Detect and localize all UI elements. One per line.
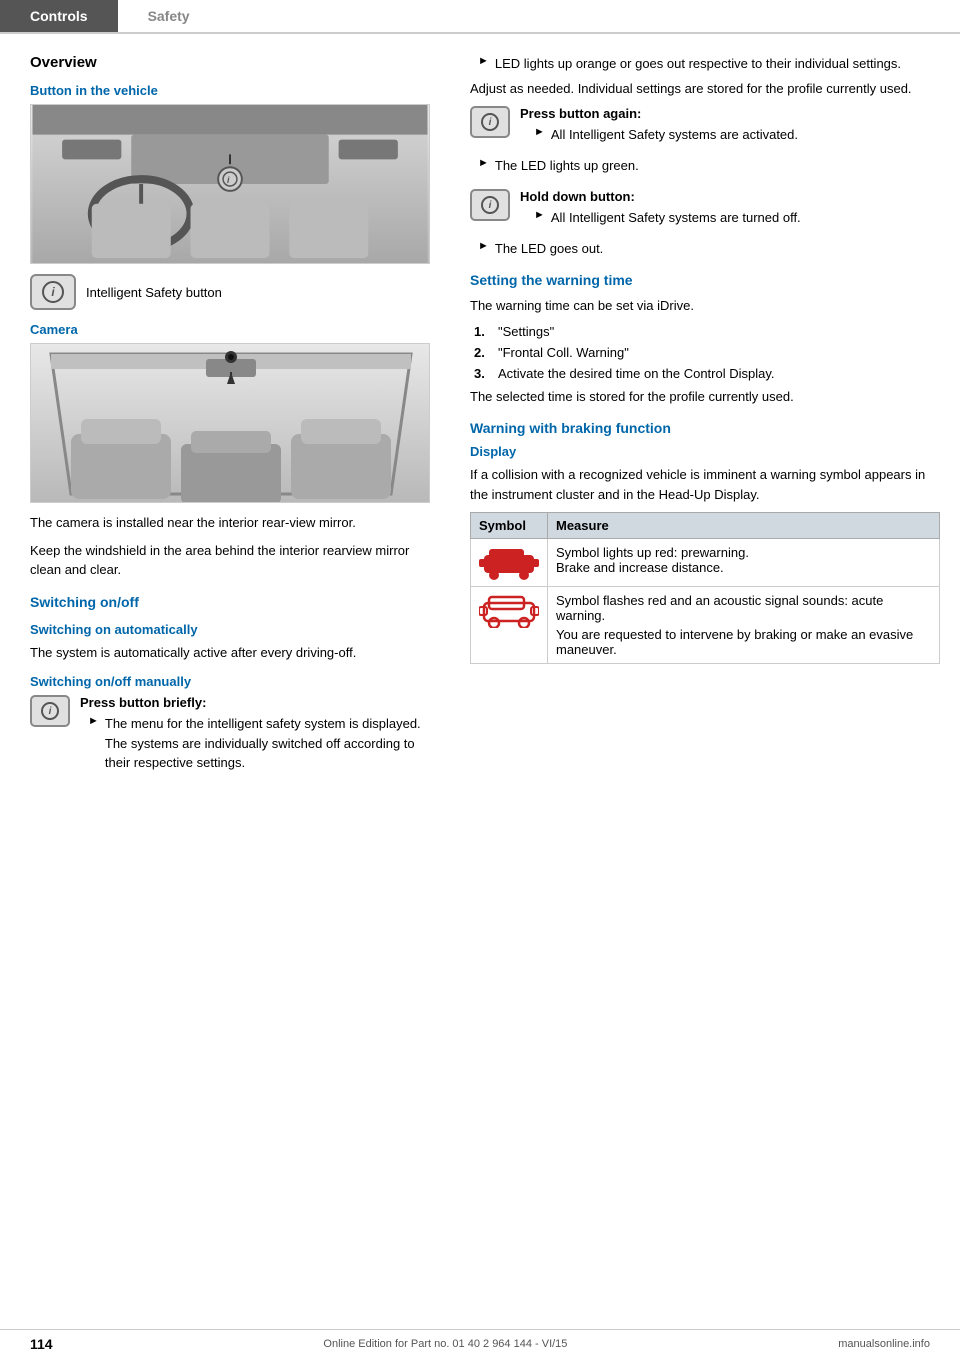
isafety-icon: i bbox=[30, 274, 76, 310]
press-again-label: Press button again: bbox=[520, 106, 940, 121]
camera-desc1: The camera is installed near the interio… bbox=[30, 513, 440, 533]
hold-button-row: i Hold down button: ► All Intelligent Sa… bbox=[470, 189, 940, 231]
i-circle-again: i bbox=[481, 113, 499, 131]
measure-text-2b: You are requested to intervene by brakin… bbox=[556, 627, 931, 657]
switching-title: Switching on/off bbox=[30, 594, 440, 610]
warning-time-desc: The warning time can be set via iDrive. bbox=[470, 296, 940, 316]
display-title: Display bbox=[470, 444, 940, 459]
tab-controls[interactable]: Controls bbox=[0, 0, 118, 32]
warning-time-title: Setting the warning time bbox=[470, 272, 940, 288]
sub-bullet-activated: ► All Intelligent Safety systems are act… bbox=[534, 125, 940, 145]
press-text-block: Press button briefly: ► The menu for the… bbox=[80, 695, 440, 778]
bullet-text-out: The LED goes out. bbox=[495, 239, 603, 259]
button-in-vehicle-title: Button in the vehicle bbox=[30, 83, 440, 98]
step-3: 3. Activate the desired time on the Cont… bbox=[474, 366, 940, 381]
i-circle-small: i bbox=[41, 702, 59, 720]
measure-cell-1: Symbol lights up red: prewarning. Brake … bbox=[548, 539, 940, 587]
warning-time-stored: The selected time is stored for the prof… bbox=[470, 387, 940, 407]
footer: 114 Online Edition for Part no. 01 40 2 … bbox=[0, 1329, 960, 1352]
bullet-text-off: All Intelligent Safety systems are turne… bbox=[551, 208, 801, 228]
bullet-arrow-activated: ► bbox=[534, 126, 545, 145]
bullet-arrow-green: ► bbox=[478, 157, 489, 176]
measure-text-1a: Symbol lights up red: prewarning. bbox=[556, 545, 931, 560]
isafety-button-row: i Intelligent Safety button bbox=[30, 274, 440, 310]
display-desc: If a collision with a recognized vehicle… bbox=[470, 465, 940, 504]
isafety-label: Intelligent Safety button bbox=[86, 285, 222, 300]
bullet-text-led: LED lights up orange or goes out respect… bbox=[495, 54, 901, 74]
camera-title: Camera bbox=[30, 322, 440, 337]
bullet-arrow-out: ► bbox=[478, 240, 489, 259]
symbol-table: Symbol Measure bbox=[470, 512, 940, 664]
bullet-text-green: The LED lights up green. bbox=[495, 156, 639, 176]
header-tabs: Controls Safety bbox=[0, 0, 960, 34]
i-circle-hold: i bbox=[481, 196, 499, 214]
measure-cell-2: Symbol flashes red and an acoustic signa… bbox=[548, 587, 940, 664]
switching-auto-title: Switching on automatically bbox=[30, 622, 440, 637]
step-num-1: 1. bbox=[474, 324, 490, 339]
hold-text-block: Hold down button: ► All Intelligent Safe… bbox=[520, 189, 940, 231]
table-header-measure: Measure bbox=[548, 513, 940, 539]
step-text-2: "Frontal Coll. Warning" bbox=[498, 345, 629, 360]
main-content: Overview Button in the vehicle bbox=[0, 34, 960, 786]
tab-safety[interactable]: Safety bbox=[118, 0, 220, 32]
measure-text-1b: Brake and increase distance. bbox=[556, 560, 931, 575]
sub-bullet-off: ► All Intelligent Safety systems are tur… bbox=[534, 208, 940, 228]
vehicle-image: i bbox=[30, 104, 430, 264]
bullet-led-out: ► The LED goes out. bbox=[478, 239, 940, 259]
step-num-3: 3. bbox=[474, 366, 490, 381]
bullet-led-green: ► The LED lights up green. bbox=[478, 156, 940, 176]
footer-text: Online Edition for Part no. 01 40 2 964 … bbox=[323, 1338, 567, 1350]
bullet-text-1: The menu for the intelligent safety syst… bbox=[105, 714, 440, 773]
bullet-led: ► LED lights up orange or goes out respe… bbox=[478, 54, 940, 74]
step-1: 1. "Settings" bbox=[474, 324, 940, 339]
step-text-3: Activate the desired time on the Control… bbox=[498, 366, 775, 381]
car-symbol-1 bbox=[479, 545, 539, 580]
symbol-cell-2 bbox=[471, 587, 548, 664]
left-column: Overview Button in the vehicle bbox=[0, 54, 460, 786]
bullet-arrow-led: ► bbox=[478, 55, 489, 74]
hold-button-label: Hold down button: bbox=[520, 189, 940, 204]
press-again-row: i Press button again: ► All Intelligent … bbox=[470, 106, 940, 148]
footer-site: manualsonline.info bbox=[838, 1338, 930, 1350]
car-symbol-2 bbox=[479, 593, 539, 628]
overview-title: Overview bbox=[30, 54, 440, 71]
step-num-2: 2. bbox=[474, 345, 490, 360]
switching-manual-title: Switching on/off manually bbox=[30, 674, 440, 689]
step-text-1: "Settings" bbox=[498, 324, 554, 339]
switching-auto-desc: The system is automatically active after… bbox=[30, 643, 440, 663]
table-row-1: Symbol lights up red: prewarning. Brake … bbox=[471, 539, 940, 587]
i-circle-icon: i bbox=[42, 281, 64, 303]
right-column: ► LED lights up orange or goes out respe… bbox=[460, 54, 960, 786]
isafety-icon-again: i bbox=[470, 106, 510, 138]
press-button-label: Press button briefly: bbox=[80, 695, 440, 710]
page-number: 114 bbox=[30, 1336, 53, 1352]
press-again-block: Press button again: ► All Intelligent Sa… bbox=[520, 106, 940, 148]
warning-braking-title: Warning with braking function bbox=[470, 420, 940, 436]
bullet-arrow-off: ► bbox=[534, 209, 545, 228]
camera-image bbox=[30, 343, 430, 503]
symbol-cell-1 bbox=[471, 539, 548, 587]
press-button-row: i Press button briefly: ► The menu for t… bbox=[30, 695, 440, 778]
table-header-symbol: Symbol bbox=[471, 513, 548, 539]
bullet-text-activated: All Intelligent Safety systems are activ… bbox=[551, 125, 798, 145]
isafety-icon-hold: i bbox=[470, 189, 510, 221]
bullet-arrow-1: ► bbox=[88, 715, 99, 773]
camera-desc2: Keep the windshield in the area behind t… bbox=[30, 541, 440, 580]
step-2: 2. "Frontal Coll. Warning" bbox=[474, 345, 940, 360]
bullet-menu: ► The menu for the intelligent safety sy… bbox=[88, 714, 440, 773]
table-row-2: Symbol flashes red and an acoustic signa… bbox=[471, 587, 940, 664]
isafety-icon-press: i bbox=[30, 695, 70, 727]
adjust-text: Adjust as needed. Individual settings ar… bbox=[470, 79, 940, 99]
measure-text-2a: Symbol flashes red and an acoustic signa… bbox=[556, 593, 931, 623]
